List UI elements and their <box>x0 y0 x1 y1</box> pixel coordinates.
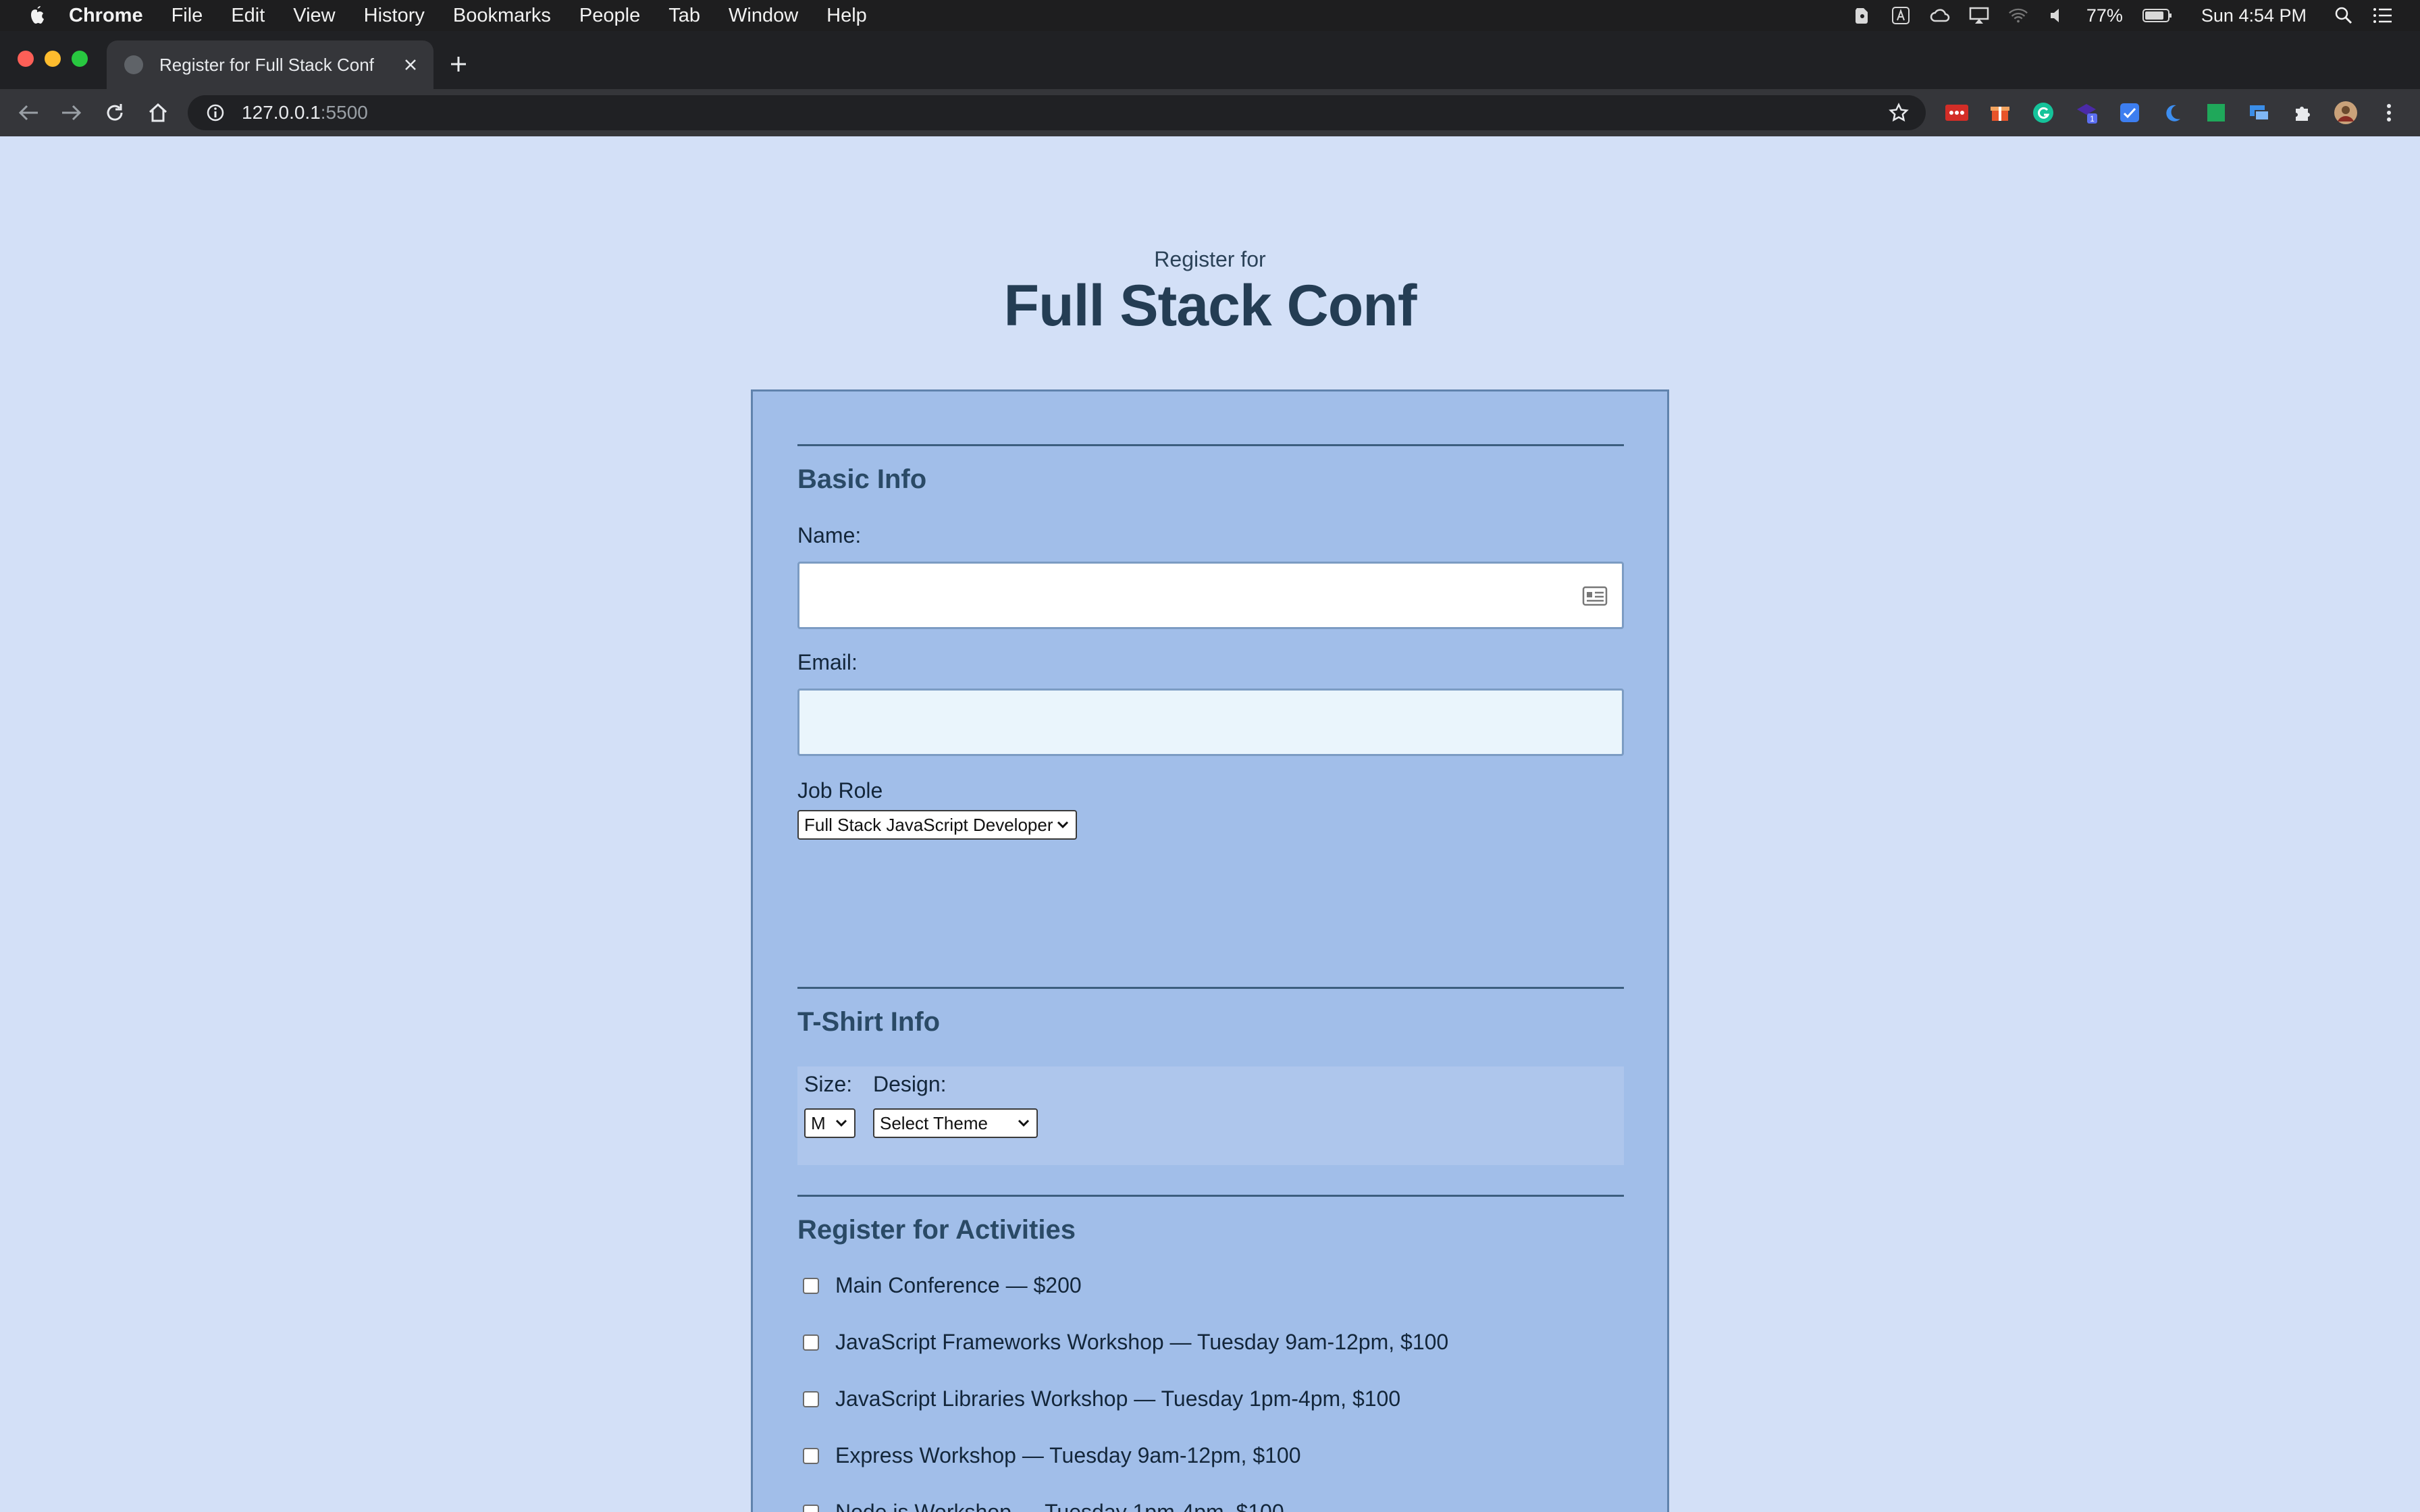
size-select[interactable]: M <box>804 1108 856 1138</box>
window-close-button[interactable] <box>18 51 34 67</box>
activity-express[interactable]: Express Workshop — Tuesday 9am-12pm, $10… <box>803 1443 1301 1468</box>
tshirt-info-heading: T-Shirt Info <box>797 1007 941 1037</box>
chevron-down-icon <box>833 1114 850 1132</box>
design-selected-value: Select Theme <box>880 1112 988 1133</box>
activities-heading: Register for Activities <box>797 1215 1076 1245</box>
menu-tab[interactable]: Tab <box>668 5 700 27</box>
activity-label: Main Conference — $200 <box>835 1273 1082 1297</box>
bookmark-star-icon[interactable] <box>1888 102 1910 124</box>
menu-bar-clock[interactable]: Sun 4:54 PM <box>2201 5 2307 26</box>
menu-bar-status-area: 77% Sun 4:54 PM <box>1851 0 2393 31</box>
menu-people[interactable]: People <box>579 5 640 27</box>
profile-avatar-icon[interactable] <box>2334 101 2358 125</box>
registration-form: Basic Info Name: Email: Job Role Full St… <box>751 389 1669 1512</box>
battery-icon[interactable] <box>2142 5 2173 26</box>
screenshot-extension-icon[interactable] <box>2247 101 2271 125</box>
lastpass-extension-icon[interactable] <box>1945 101 1969 125</box>
activity-checkbox[interactable] <box>803 1277 819 1294</box>
chevron-down-icon <box>1054 816 1072 834</box>
activity-nodejs[interactable]: Node.js Workshop — Tuesday 1pm-4pm, $100 <box>803 1500 1284 1512</box>
window-zoom-button[interactable] <box>72 51 88 67</box>
menu-help[interactable]: Help <box>826 5 867 27</box>
macos-menu-bar: Chrome File Edit View History Bookmarks … <box>0 0 2420 31</box>
tab-title: Register for Full Stack Conf <box>159 54 374 75</box>
forward-arrow-icon[interactable] <box>58 99 85 126</box>
chevron-down-icon <box>1015 1114 1032 1132</box>
purple-extension-icon[interactable]: 1 <box>2074 101 2099 125</box>
basic-info-heading: Basic Info <box>797 464 927 494</box>
reload-icon[interactable] <box>101 99 128 126</box>
volume-icon[interactable] <box>2047 5 2068 26</box>
address-bar[interactable]: 127.0.0.1 :5500 <box>188 95 1926 130</box>
chrome-menu-kebab-icon[interactable] <box>2377 101 2401 125</box>
activity-label: JavaScript Frameworks Workshop — Tuesday… <box>835 1330 1449 1354</box>
notification-center-icon[interactable] <box>2373 5 2393 26</box>
apple-icon[interactable] <box>26 4 49 27</box>
home-icon[interactable] <box>144 99 172 126</box>
tshirt-info-divider <box>797 987 1624 989</box>
site-info-icon[interactable] <box>205 103 226 123</box>
new-tab-plus-icon[interactable] <box>446 51 471 77</box>
job-role-select[interactable]: Full Stack JavaScript Developer <box>797 810 1077 840</box>
browser-tab-active[interactable]: Register for Full Stack Conf <box>107 40 433 89</box>
menu-file[interactable]: File <box>172 5 203 27</box>
size-label: Size: <box>804 1072 853 1096</box>
green-square-extension-icon[interactable] <box>2204 101 2228 125</box>
menu-window[interactable]: Window <box>729 5 798 27</box>
page-title: Full Stack Conf <box>1003 273 1417 338</box>
puzzle-extensions-icon[interactable] <box>2290 101 2315 125</box>
browser-toolbar: 127.0.0.1 :5500 <box>0 89 2420 228</box>
activity-checkbox[interactable] <box>803 1504 819 1512</box>
tshirt-options-panel: Size: Design: M Select Theme <box>797 1066 1624 1165</box>
email-input[interactable] <box>797 688 1624 756</box>
url-port: :5500 <box>320 102 368 123</box>
activities-divider <box>797 1195 1624 1197</box>
battery-percentage: 77% <box>2086 5 2123 26</box>
airplay-icon[interactable] <box>1969 5 1989 26</box>
activity-main-conference[interactable]: Main Conference — $200 <box>803 1273 1082 1298</box>
design-label: Design: <box>873 1072 947 1096</box>
name-input[interactable] <box>797 562 1624 629</box>
wifi-icon[interactable] <box>2008 5 2028 26</box>
close-icon[interactable] <box>398 53 423 77</box>
moon-extension-icon[interactable] <box>2161 101 2185 125</box>
grammarly-extension-icon[interactable] <box>2031 101 2055 125</box>
email-label: Email: <box>797 650 858 674</box>
url-host: 127.0.0.1 <box>242 102 321 123</box>
spotlight-search-icon[interactable] <box>2334 5 2354 26</box>
globe-icon <box>124 55 143 74</box>
blue-check-extension-icon[interactable] <box>2118 101 2142 125</box>
menu-view[interactable]: View <box>293 5 335 27</box>
back-arrow-icon[interactable] <box>15 99 42 126</box>
job-role-selected-value: Full Stack JavaScript Developer <box>804 814 1053 835</box>
creative-cloud-icon[interactable] <box>1930 5 1950 26</box>
adobe-icon[interactable] <box>1891 5 1911 26</box>
name-label: Name: <box>797 523 862 547</box>
job-role-label: Job Role <box>797 778 883 803</box>
activity-js-frameworks[interactable]: JavaScript Frameworks Workshop — Tuesday… <box>803 1330 1448 1355</box>
evernote-icon[interactable] <box>1851 5 1872 26</box>
menu-app-chrome[interactable]: Chrome <box>69 5 143 27</box>
activity-label: Node.js Workshop — Tuesday 1pm-4pm, $100 <box>835 1500 1284 1512</box>
extension-badge: 1 <box>2090 114 2095 124</box>
browser-tab-strip: Register for Full Stack Conf <box>0 31 2420 89</box>
activity-label: JavaScript Libraries Workshop — Tuesday … <box>835 1386 1401 1411</box>
menu-bookmarks[interactable]: Bookmarks <box>453 5 551 27</box>
size-selected-value: M <box>811 1112 826 1133</box>
activity-checkbox[interactable] <box>803 1447 819 1464</box>
page-subtitle: Register for <box>1154 247 1266 271</box>
design-select[interactable]: Select Theme <box>873 1108 1038 1138</box>
activity-js-libraries[interactable]: JavaScript Libraries Workshop — Tuesday … <box>803 1386 1400 1411</box>
activity-checkbox[interactable] <box>803 1334 819 1351</box>
basic-info-divider <box>797 444 1624 446</box>
menu-edit[interactable]: Edit <box>231 5 265 27</box>
page-viewport: Register for Full Stack Conf Basic Info … <box>0 139 2420 1512</box>
window-minimize-button[interactable] <box>45 51 61 67</box>
activity-checkbox[interactable] <box>803 1390 819 1407</box>
gift-extension-icon[interactable] <box>1988 101 2012 125</box>
contact-card-icon[interactable] <box>1582 586 1608 606</box>
activity-label: Express Workshop — Tuesday 9am-12pm, $10… <box>835 1443 1301 1467</box>
menu-history[interactable]: History <box>364 5 425 27</box>
